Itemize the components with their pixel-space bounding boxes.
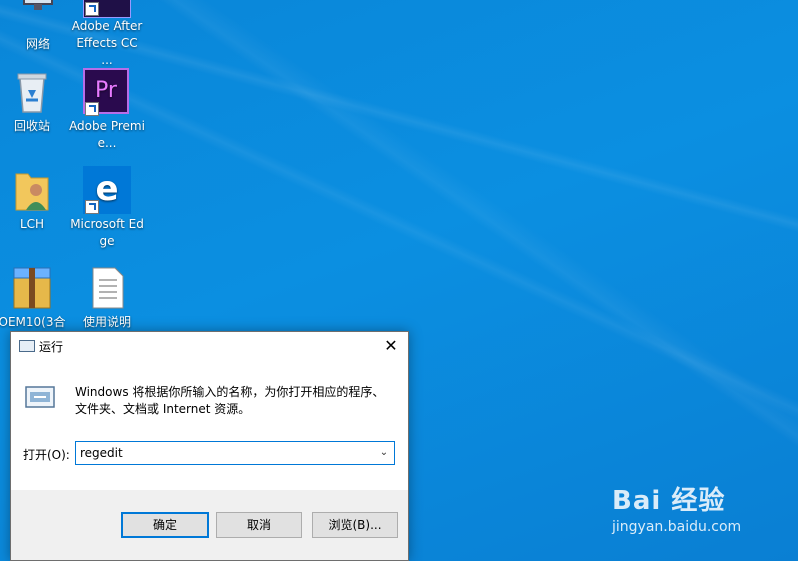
run-dialog: 运行 ✕ Windows 将根据你所输入的名称，为你打开相应的程序、文件夹、文档… <box>10 331 409 561</box>
desktop-icon-label: LCH <box>19 217 45 231</box>
recycle-bin-icon <box>8 68 56 116</box>
cancel-button[interactable]: 取消 <box>216 512 302 538</box>
watermark-main: Bai 经验 <box>612 486 726 516</box>
desktop-icon-edge[interactable]: e Microsoft Edge <box>69 166 145 250</box>
dialog-title: 运行 <box>39 340 64 354</box>
desktop-icon-label: Adobe Premie... <box>69 119 145 150</box>
open-label: 打开(O): <box>23 448 70 462</box>
desktop-icon-premiere[interactable]: Pr Adobe Premie... <box>69 68 145 152</box>
desktop-icon-after-effects[interactable]: Adobe After Effects CC ... <box>69 0 145 69</box>
desktop-icon-label: Adobe After Effects CC ... <box>71 19 143 67</box>
watermark-url: jingyan.baidu.com <box>612 519 742 535</box>
desktop-icon-label: OEM10(3合 <box>0 315 66 329</box>
command-input[interactable] <box>78 442 372 464</box>
baidu-watermark: Bai 经验 jingyan.baidu.com <box>612 480 741 535</box>
open-combobox[interactable]: ⌄ <box>75 441 395 465</box>
text-document-icon <box>83 264 131 312</box>
desktop-icon-label: Microsoft Edge <box>70 217 144 248</box>
dialog-titlebar[interactable]: 运行 ✕ <box>11 332 408 360</box>
premiere-icon: Pr <box>83 68 131 116</box>
desktop-icon-label: 使用说明 <box>82 315 131 329</box>
chevron-down-icon[interactable]: ⌄ <box>374 442 394 464</box>
desktop-icon-lch[interactable]: LCH <box>0 166 70 233</box>
close-icon: ✕ <box>384 336 398 355</box>
archive-icon <box>8 264 56 312</box>
desktop-icon-label: 网络 <box>25 37 50 51</box>
ok-button[interactable]: 确定 <box>121 512 209 538</box>
dialog-description: Windows 将根据你所输入的名称，为你打开相应的程序、文件夹、文档或 Int… <box>75 385 385 416</box>
network-icon <box>14 0 62 34</box>
browse-button[interactable]: 浏览(B)... <box>312 512 398 538</box>
after-effects-icon <box>83 0 131 18</box>
edge-icon: e <box>83 166 131 214</box>
user-folder-icon <box>8 166 56 214</box>
dialog-content: Windows 将根据你所输入的名称，为你打开相应的程序、文件夹、文档或 Int… <box>11 360 408 490</box>
desktop-icon-readme[interactable]: 使用说明 <box>69 264 145 331</box>
run-app-icon <box>19 340 35 352</box>
desktop-icon-network[interactable]: 网络 <box>0 0 76 53</box>
close-button[interactable]: ✕ <box>374 332 408 360</box>
desktop-icon-label: 回收站 <box>13 119 50 133</box>
run-icon <box>25 386 55 408</box>
desktop-icon-recycle-bin[interactable]: 回收站 <box>0 68 70 135</box>
desktop-icon-oem10[interactable]: OEM10(3合 <box>0 264 70 331</box>
